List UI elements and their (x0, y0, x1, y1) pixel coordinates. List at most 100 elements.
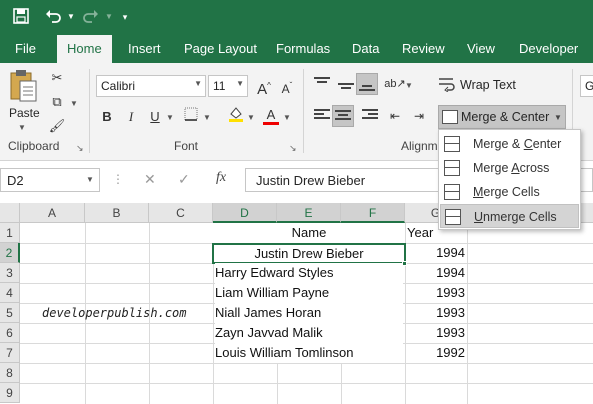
column-header-a[interactable]: A (20, 203, 85, 223)
merge-across-icon (444, 160, 460, 176)
active-merged-cell[interactable]: Justin Drew Bieber (212, 243, 406, 264)
paste-label[interactable]: Paste (9, 106, 40, 120)
name-cell[interactable]: Louis William Tomlinson (215, 343, 403, 363)
column-header-f[interactable]: F (341, 203, 405, 223)
fill-color-icon[interactable] (225, 105, 247, 127)
font-color-dropdown-icon[interactable]: ▼ (283, 113, 291, 122)
decrease-indent-icon[interactable]: ⇤ (384, 105, 406, 127)
tab-page-layout[interactable]: Page Layout (184, 41, 257, 56)
increase-indent-icon[interactable]: ⇥ (408, 105, 430, 127)
column-header-e[interactable]: E (277, 203, 341, 223)
undo-icon[interactable] (44, 8, 62, 26)
chevron-down-icon[interactable]: ▼ (554, 113, 562, 122)
enter-icon[interactable]: ✓ (178, 171, 190, 188)
tab-data[interactable]: Data (352, 41, 379, 56)
fill-color-dropdown-icon[interactable]: ▼ (247, 113, 255, 122)
copy-icon[interactable]: ⧉ (46, 91, 68, 113)
row-header-9[interactable]: 9 (0, 383, 20, 403)
name-cell[interactable]: Harry Edward Styles (215, 263, 403, 283)
orientation-dropdown-icon[interactable]: ▼ (405, 81, 413, 90)
tab-formulas[interactable]: Formulas (276, 41, 330, 56)
year-cell[interactable]: 1993 (405, 283, 465, 303)
top-align-icon[interactable] (314, 77, 330, 91)
bottom-align-icon (359, 81, 375, 95)
tab-file[interactable]: File (15, 41, 36, 56)
column-header-b[interactable]: B (85, 203, 149, 223)
menu-item-merge-across[interactable]: Merge Across (440, 156, 579, 180)
name-box[interactable]: D2 ▼ (0, 168, 100, 192)
number-format-combo[interactable]: G (580, 75, 593, 97)
tab-home[interactable]: Home (57, 35, 112, 63)
format-painter-icon[interactable]: 🖌 (46, 115, 68, 137)
borders-icon[interactable] (180, 106, 202, 128)
tab-insert[interactable]: Insert (128, 41, 161, 56)
align-right-icon[interactable] (362, 109, 378, 123)
underline-button[interactable]: U (144, 106, 166, 128)
row-header-3[interactable]: 3 (0, 263, 20, 283)
font-name-combo[interactable]: Calibri ▼ (96, 75, 206, 97)
wrap-text-button[interactable]: Wrap Text (460, 78, 516, 92)
grow-font-button[interactable]: A^ (253, 75, 275, 98)
unmerge-cells-icon (445, 209, 461, 225)
font-size-combo[interactable]: 11 ▼ (208, 75, 248, 97)
tab-developer[interactable]: Developer (519, 41, 578, 56)
copy-dropdown-icon[interactable]: ▼ (70, 99, 78, 108)
save-icon[interactable] (12, 8, 30, 26)
orientation-icon[interactable]: ab↗ (384, 73, 406, 95)
menu-item-merge-cells[interactable]: Merge Cells (440, 180, 579, 204)
year-cell[interactable]: 1993 (405, 303, 465, 323)
tab-view[interactable]: View (467, 41, 495, 56)
name-header-cell[interactable]: Name (213, 223, 405, 243)
bold-button[interactable]: B (96, 106, 118, 128)
tab-review[interactable]: Review (402, 41, 445, 56)
name-cell[interactable]: Zayn Javvad Malik (215, 323, 403, 343)
row-header-1[interactable]: 1 (0, 223, 20, 243)
gridline (20, 363, 593, 364)
cancel-icon[interactable]: ✕ (144, 171, 156, 188)
merge-center-button[interactable]: Merge & Center ▼ (438, 105, 566, 129)
year-cell[interactable]: 1992 (405, 343, 465, 363)
row-header-4[interactable]: 4 (0, 283, 20, 303)
undo-dropdown-icon[interactable]: ▼ (62, 8, 80, 26)
insert-function-icon[interactable]: fx (216, 170, 226, 186)
merge-center-icon (444, 136, 460, 152)
align-left-icon[interactable] (314, 109, 330, 123)
font-color-button[interactable]: A (260, 104, 282, 126)
chevron-down-icon: ▼ (194, 79, 202, 88)
year-cell[interactable]: 1994 (405, 263, 465, 283)
column-header-c[interactable]: C (149, 203, 213, 223)
menu-item-label: Merge Across (473, 161, 550, 175)
wrap-text-icon[interactable] (438, 76, 456, 95)
cut-icon[interactable]: ✂ (46, 67, 68, 89)
paste-button[interactable] (8, 69, 42, 107)
worksheet-grid[interactable]: A B C D E F G 1 2 3 4 5 6 7 8 9 Name Yea… (0, 203, 593, 404)
shrink-font-button[interactable]: Aˇ (276, 75, 298, 97)
middle-align-icon[interactable] (338, 79, 354, 93)
chevron-down-icon[interactable]: ▼ (86, 175, 94, 184)
year-cell[interactable]: 1994 (405, 243, 465, 263)
font-color-label: A (266, 107, 276, 122)
menu-item-unmerge-cells[interactable]: Unmerge Cells (440, 204, 579, 228)
menu-item-merge-center[interactable]: Merge & Center (440, 132, 579, 156)
row-header-8[interactable]: 8 (0, 363, 20, 383)
year-cell[interactable]: 1993 (405, 323, 465, 343)
row-header-5[interactable]: 5 (0, 303, 20, 323)
redo-icon[interactable] (82, 8, 100, 26)
underline-dropdown-icon[interactable]: ▼ (166, 113, 174, 122)
menu-item-label: Merge Cells (473, 185, 540, 199)
name-cell[interactable]: Liam William Payne (215, 283, 403, 303)
number-format-value: G (585, 79, 593, 93)
row-header-6[interactable]: 6 (0, 323, 20, 343)
borders-dropdown-icon[interactable]: ▼ (203, 113, 211, 122)
italic-button[interactable]: I (120, 106, 142, 128)
customize-icon[interactable]: ▾ (116, 8, 134, 26)
row-header-2[interactable]: 2 (0, 243, 20, 263)
paste-dropdown-icon[interactable]: ▼ (18, 123, 26, 132)
column-header-d[interactable]: D (213, 203, 277, 223)
font-size-value: 11 (213, 79, 226, 93)
font-launcher-icon[interactable]: ↘ (289, 143, 297, 154)
select-all-corner[interactable] (0, 203, 20, 223)
name-cell[interactable]: Niall James Horan (215, 303, 403, 323)
row-header-7[interactable]: 7 (0, 343, 20, 363)
clipboard-launcher-icon[interactable]: ↘ (76, 143, 84, 154)
